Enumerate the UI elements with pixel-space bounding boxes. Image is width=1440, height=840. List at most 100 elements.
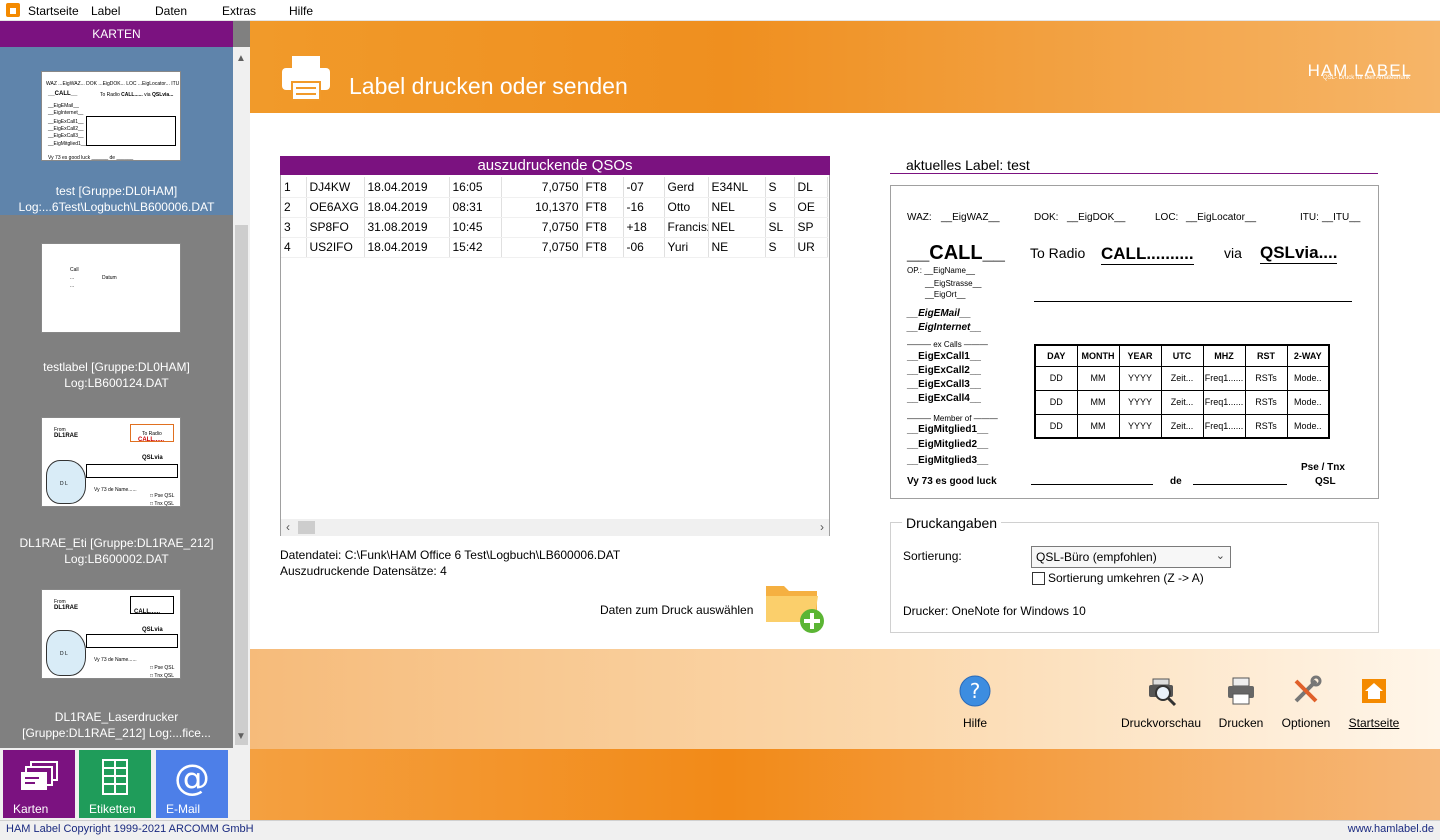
greeting: Vy 73 es good luck [907, 476, 997, 487]
card-thumbnail-test[interactable]: WAZ ...EigWAZ... DOK ...EigDOK... LOC ..… [0, 47, 233, 215]
table-cell: 7,0750 [501, 177, 583, 198]
table-cell: FT8 [582, 217, 624, 238]
reverse-sort-checkbox[interactable] [1032, 572, 1045, 585]
optionen-button[interactable]: Optionen [1278, 675, 1334, 730]
card-thumbnail-testlabel[interactable]: Call Datum ... ... testlabel [Gruppe:DL0… [0, 215, 233, 390]
sort-label: Sortierung: [903, 549, 962, 563]
table-cell: 3 [281, 217, 307, 238]
card-thumbnail-dl1rae-laser[interactable]: From DL1RAE CALL...... QSLvia D L Vy 73 … [0, 559, 233, 747]
help-icon: ? [959, 675, 991, 707]
table-cell: 7,0750 [501, 237, 583, 258]
card-preview: From DL1RAE To Radio CALL...... QSLvia D… [41, 417, 181, 507]
card-caption: DL1RAE_Laserdrucker [Gruppe:DL1RAE_212] … [22, 710, 211, 740]
select-data-label[interactable]: Daten zum Druck auswählen [600, 603, 753, 617]
at-sign-icon: @ [174, 758, 210, 798]
table-cell: DJ4KW [306, 177, 365, 198]
website-link[interactable]: www.hamlabel.de [1348, 823, 1434, 835]
menu-daten[interactable]: Daten [155, 4, 187, 18]
label-table-cell: Zeit... [1160, 365, 1204, 391]
qso-label-table: DAY MONTH YEAR UTC MHZ RST 2-WAY DD MM YYYY Zeit..… [1034, 344, 1330, 439]
table-cell: 15:42 [449, 237, 502, 258]
label-table-row: DD MM YYYY Zeit... Freq1...... RSTs Mode.. [1034, 413, 1330, 439]
pse-tnx: Pse / Tnx [1301, 462, 1345, 473]
hilfe-button[interactable]: ? Hilfe [950, 675, 1000, 730]
label-table-cell: MM [1076, 413, 1120, 439]
dok-label: DOK: [1034, 212, 1059, 223]
scroll-up-icon[interactable]: ▲ [236, 53, 246, 64]
druckvorschau-button[interactable]: Druckvorschau [1118, 675, 1204, 730]
itu-label: ITU: [1300, 212, 1319, 223]
table-cell: UR [794, 237, 828, 258]
copyright-text: HAM Label Copyright 1999-2021 ARCOMM Gmb… [6, 823, 254, 835]
table-cell: NEL [708, 197, 766, 218]
label-table-header-cell: 2-WAY [1286, 344, 1330, 367]
member-heading: ——— Member of ——— [907, 414, 998, 423]
scroll-left-icon[interactable]: ‹ [286, 520, 290, 534]
card-caption: test [Gruppe:DL0HAM] Log:...6Test\Logbuc… [18, 184, 215, 214]
member-2: __EigMitglied2__ [907, 439, 989, 450]
table-row[interactable]: 4 US2IFO 18.04.2019 15:42 7,0750 FT8 -06 Yuri NE… [281, 237, 828, 258]
table-cell: 10,1370 [501, 197, 583, 218]
label-table-cell: YYYY [1118, 365, 1162, 391]
qso-hscrollbar[interactable]: ‹ › [281, 519, 829, 536]
table-cell: 1 [281, 177, 307, 198]
menu-label[interactable]: Label [91, 4, 120, 18]
de-label: de [1170, 476, 1182, 487]
label-table-header-cell: MONTH [1076, 344, 1120, 367]
home-icon[interactable] [6, 3, 20, 17]
label-table-row: DD MM YYYY Zeit... Freq1...... RSTs Mode.. [1034, 365, 1330, 391]
tab-email[interactable]: @ E-Mail [156, 750, 228, 818]
drucken-button[interactable]: Drucken [1216, 675, 1266, 730]
drucken-label: Drucken [1218, 716, 1264, 730]
table-cell: 2 [281, 197, 307, 218]
menu-extras[interactable]: Extras [222, 4, 256, 18]
card-preview: From DL1RAE CALL...... QSLvia D L Vy 73 … [41, 589, 181, 679]
table-cell: -06 [623, 237, 665, 258]
sort-select[interactable]: QSL-Büro (empfohlen) ⌄ [1031, 546, 1231, 568]
tab-etiketten[interactable]: Etiketten [79, 750, 151, 818]
table-cell: S [765, 237, 795, 258]
loc-label: LOC: [1155, 212, 1179, 223]
table-cell: 08:31 [449, 197, 502, 218]
table-cell: 18.04.2019 [364, 177, 450, 198]
menu-startseite[interactable]: Startseite [28, 4, 79, 18]
table-row[interactable]: 1 DJ4KW 18.04.2019 16:05 7,0750 FT8 -07 Gerd E34… [281, 177, 828, 198]
via-label: via [1224, 245, 1242, 261]
table-row[interactable]: 2 OE6AXG 18.04.2019 08:31 10,1370 FT8 -16 Otto N… [281, 197, 828, 218]
label-table-row: DD MM YYYY Zeit... Freq1...... RSTs Mode.. [1034, 389, 1330, 415]
table-cell: 18.04.2019 [364, 197, 450, 218]
table-cell: NEL [708, 217, 766, 238]
call-field: __CALL__ [907, 242, 1005, 264]
print-preview-icon [1149, 678, 1177, 707]
table-row[interactable]: 3 SP8FO 31.08.2019 10:45 7,0750 FT8 +18 Francis… [281, 217, 828, 238]
divider [890, 173, 1378, 174]
menu-hilfe[interactable]: Hilfe [289, 4, 313, 18]
card-thumbnail-dl1rae-eti[interactable]: From DL1RAE To Radio CALL...... QSLvia D… [0, 387, 233, 566]
table-cell: +18 [623, 217, 665, 238]
svg-text:@: @ [174, 758, 210, 798]
footer-band [250, 749, 1440, 820]
page-title: Label drucken oder senden [349, 73, 628, 99]
table-cell: DL [794, 177, 828, 198]
folder-add-icon[interactable] [764, 578, 826, 634]
sidebar-scrollbar[interactable]: ▲ ▼ [233, 47, 250, 748]
tab-karten[interactable]: Karten [3, 750, 75, 818]
reverse-sort-label[interactable]: Sortierung umkehren (Z -> A) [1048, 571, 1204, 585]
startseite-button[interactable]: Startseite [1344, 675, 1404, 730]
table-cell: OE6AXG [306, 197, 365, 218]
scroll-right-icon[interactable]: › [820, 520, 824, 534]
table-cell: SP [794, 217, 828, 238]
printer-name: Drucker: OneNote for Windows 10 [903, 604, 1086, 618]
druckvorschau-label: Druckvorschau [1120, 716, 1202, 730]
label-table-cell: MM [1076, 365, 1120, 391]
table-cell: 7,0750 [501, 217, 583, 238]
table-cell: 31.08.2019 [364, 217, 450, 238]
hscroll-thumb[interactable] [298, 521, 315, 534]
scroll-down-icon[interactable]: ▼ [236, 731, 246, 742]
table-cell: 18.04.2019 [364, 237, 450, 258]
bottom-tabs: Karten Etiketten @ E-Mail [0, 748, 250, 820]
op-field: OP.: __EigName__ [907, 266, 975, 275]
scrollbar-thumb[interactable] [235, 225, 248, 745]
label-table-header-cell: MHZ [1202, 344, 1246, 367]
table-cell: US2IFO [306, 237, 365, 258]
